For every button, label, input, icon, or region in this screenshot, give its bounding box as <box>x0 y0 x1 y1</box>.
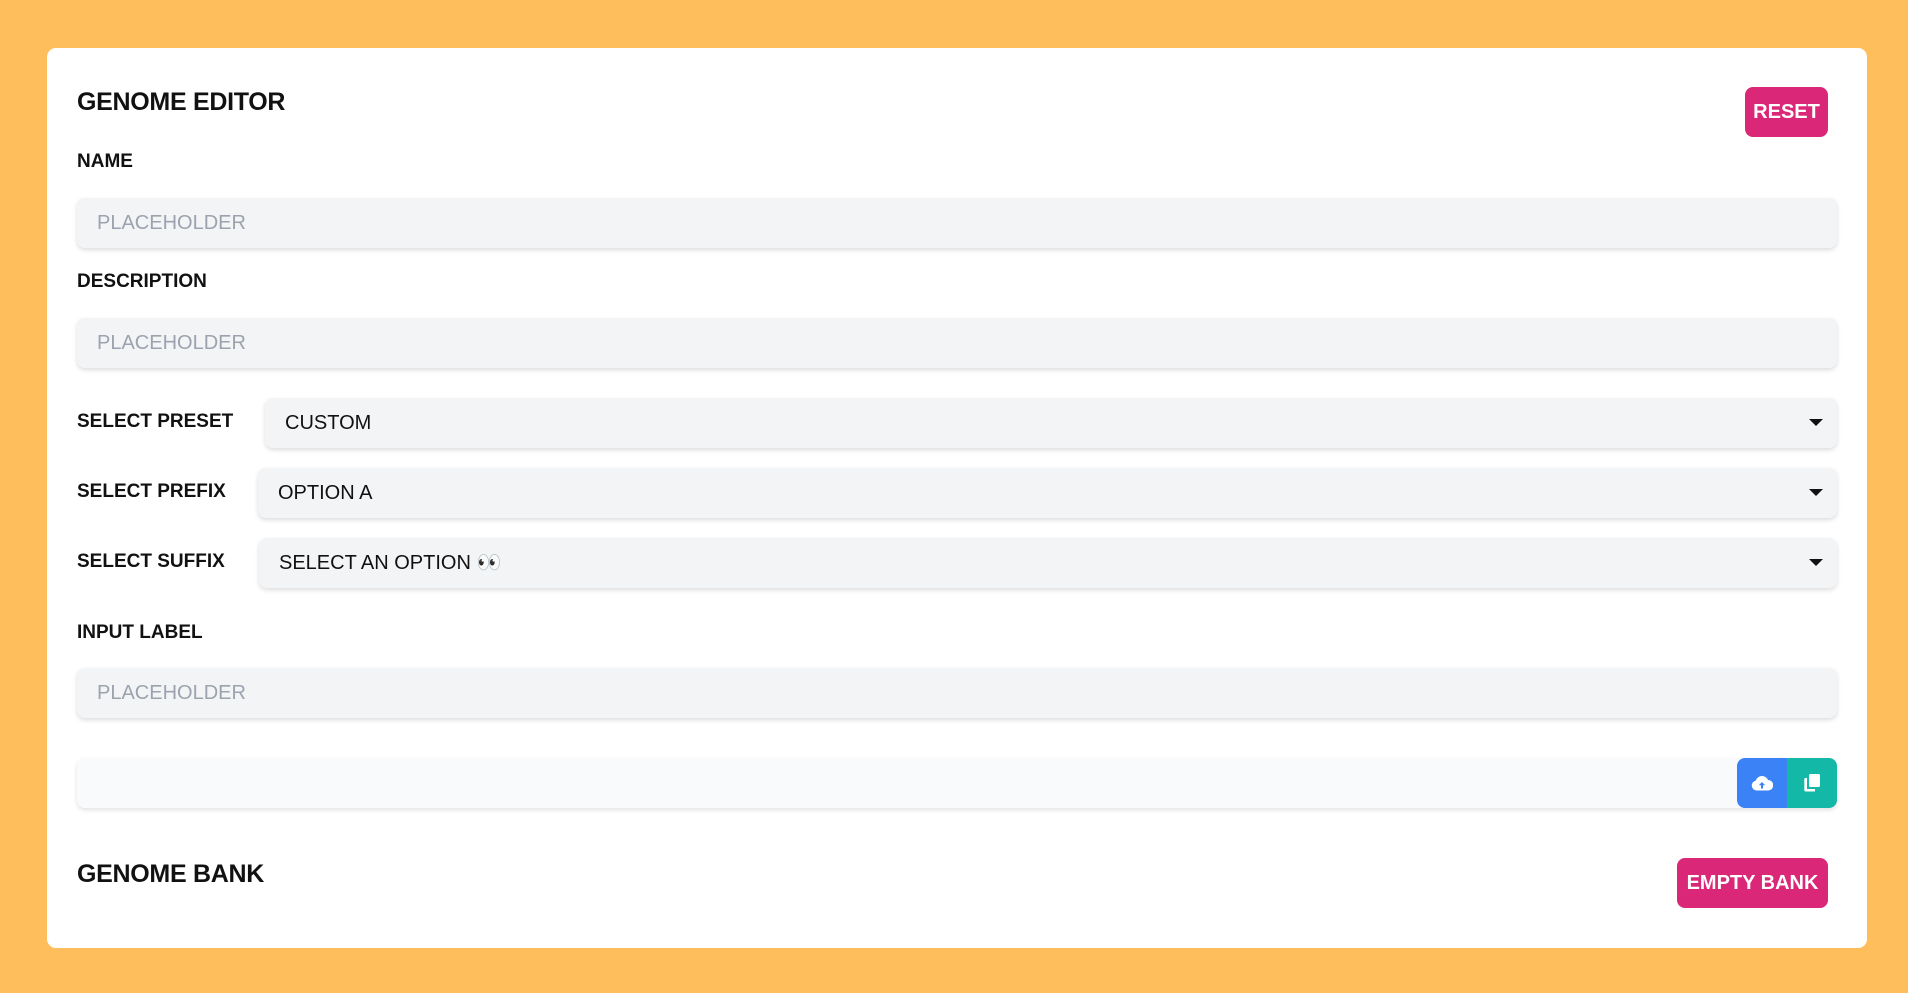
upload-button[interactable] <box>1737 758 1787 808</box>
genome-editor-card: GENOME EDITOR RESET NAME DESCRIPTION SEL… <box>47 48 1867 948</box>
empty-bank-button[interactable]: EMPTY BANK <box>1677 858 1828 908</box>
name-label: NAME <box>77 151 133 172</box>
name-input[interactable] <box>77 198 1837 248</box>
name-field-wrapper <box>77 198 1837 248</box>
preset-select[interactable]: CUSTOM <box>265 398 1837 448</box>
prefix-selected-value: OPTION A <box>278 482 373 504</box>
description-input[interactable] <box>77 318 1837 368</box>
prefix-label: SELECT PREFIX <box>77 481 226 502</box>
suffix-label: SELECT SUFFIX <box>77 551 225 572</box>
suffix-selected-value: SELECT AN OPTION 👀 <box>279 552 502 574</box>
chevron-down-icon <box>1809 559 1823 566</box>
genome-output <box>77 758 1837 808</box>
chevron-down-icon <box>1809 489 1823 496</box>
reset-button[interactable]: RESET <box>1745 87 1828 137</box>
bank-title: GENOME BANK <box>77 860 264 888</box>
preset-label: SELECT PRESET <box>77 411 234 432</box>
prefix-select[interactable]: OPTION A <box>258 468 1837 518</box>
chevron-down-icon <box>1809 419 1823 426</box>
copy-icon <box>1804 774 1820 792</box>
editor-title: GENOME EDITOR <box>77 88 286 116</box>
input-field-wrapper <box>77 668 1837 718</box>
label-input[interactable] <box>77 668 1837 718</box>
copy-button[interactable] <box>1787 758 1837 808</box>
suffix-select[interactable]: SELECT AN OPTION 👀 <box>259 538 1837 588</box>
description-label: DESCRIPTION <box>77 271 207 292</box>
description-field-wrapper <box>77 318 1837 368</box>
preset-selected-value: CUSTOM <box>285 412 372 434</box>
cloud-upload-icon <box>1751 776 1773 791</box>
input-label: INPUT LABEL <box>77 622 203 643</box>
